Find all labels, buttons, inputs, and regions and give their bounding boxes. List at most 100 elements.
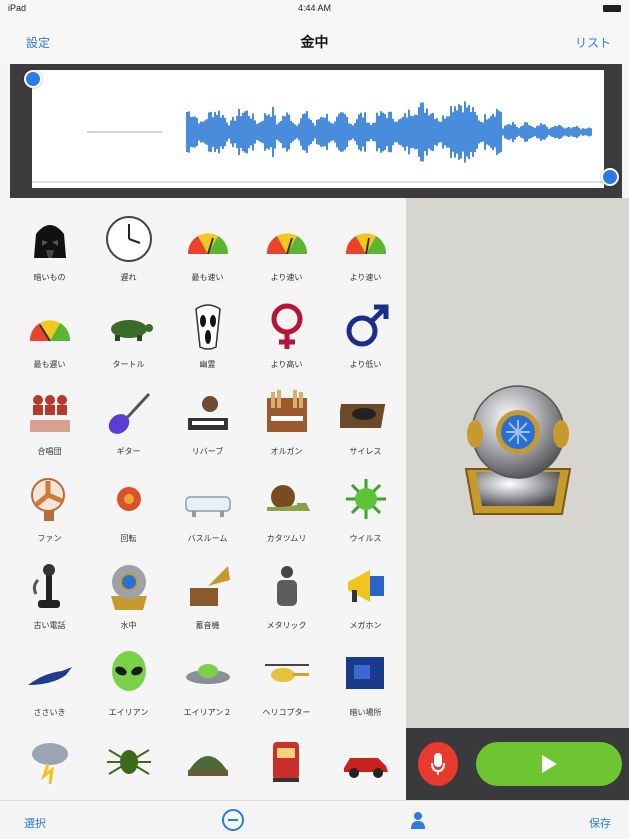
gramophone-icon [180, 560, 236, 614]
train-icon [259, 734, 315, 788]
choir-icon [22, 386, 78, 440]
effect-cell[interactable]: ギター [89, 386, 168, 473]
effect-cell[interactable]: メガホン [326, 560, 405, 647]
effect-cell[interactable]: 古い電話 [10, 560, 89, 647]
alien-head-icon [101, 647, 157, 701]
list-button[interactable]: リスト [575, 34, 611, 51]
effect-cell[interactable] [10, 734, 89, 800]
effect-cell[interactable]: より速い [247, 212, 326, 299]
control-bar [406, 728, 629, 800]
effect-cell[interactable]: 幽霊 [168, 299, 247, 386]
effect-label: 合唱団 [38, 446, 62, 457]
preview-panel [406, 198, 629, 728]
trim-end-handle[interactable] [601, 168, 619, 186]
effect-label: メガホン [350, 620, 382, 631]
effect-label: 蓄音機 [196, 620, 220, 631]
select-button[interactable]: 選択 [24, 815, 46, 831]
bird-icon [22, 647, 78, 701]
effect-label: より速い [271, 272, 303, 283]
effect-cell[interactable]: バスルーム [168, 473, 247, 560]
minus-circle-icon[interactable] [222, 809, 244, 831]
effect-cell[interactable]: サイレス [326, 386, 405, 473]
effect-cell[interactable]: 最も遅い [10, 299, 89, 386]
effect-cell[interactable] [326, 734, 405, 800]
effect-label: ヘリコプター [263, 707, 311, 718]
effect-cell[interactable] [168, 734, 247, 800]
effect-cell[interactable]: メタリック [247, 560, 326, 647]
effect-label: 遅れ [121, 272, 137, 283]
speedometer-icon [259, 212, 315, 266]
scream-mask-icon [180, 299, 236, 353]
effect-label: 最も速い [192, 272, 224, 283]
effect-cell[interactable]: より高い [247, 299, 326, 386]
virus-icon [338, 473, 394, 527]
effect-cell[interactable]: ヘリコプター [247, 647, 326, 734]
effect-label: より低い [350, 359, 382, 370]
effect-cell[interactable]: エイリアン２ [168, 647, 247, 734]
effect-cell[interactable]: オルガン [247, 386, 326, 473]
play-button[interactable] [476, 742, 622, 786]
effect-cell[interactable]: 合唱団 [10, 386, 89, 473]
effect-cell[interactable]: より低い [326, 299, 405, 386]
effect-cell[interactable]: ささいき [10, 647, 89, 734]
trim-start-handle[interactable] [24, 70, 42, 88]
effect-label: 最も遅い [34, 359, 66, 370]
effect-cell[interactable] [247, 734, 326, 800]
effect-label: リバーブ [192, 446, 224, 457]
effect-cell[interactable]: 回転 [89, 473, 168, 560]
effect-cell[interactable]: リバーブ [168, 386, 247, 473]
effect-label: エイリアン２ [184, 707, 232, 718]
turtle-icon [101, 299, 157, 353]
effect-cell[interactable]: エイリアン [89, 647, 168, 734]
effect-cell[interactable]: ウイルス [326, 473, 405, 560]
effect-cell[interactable]: より速い [326, 212, 405, 299]
effect-label: 水中 [121, 620, 137, 631]
speedometer-icon [180, 212, 236, 266]
effect-cell[interactable]: タートル [89, 299, 168, 386]
snail-icon [259, 473, 315, 527]
effect-cell[interactable]: ファン [10, 473, 89, 560]
waveform[interactable] [32, 70, 604, 188]
effect-label: タートル [113, 359, 145, 370]
status-bar: iPad 4:44 AM [0, 0, 629, 18]
robot-figure-icon [259, 560, 315, 614]
play-icon [540, 754, 558, 774]
effect-cell[interactable]: 暗い場所 [326, 647, 405, 734]
effect-cell[interactable]: 蓄音機 [168, 560, 247, 647]
diving-helmet-icon [458, 374, 578, 524]
effect-cell[interactable]: 最も速い [168, 212, 247, 299]
megaphone-icon [338, 560, 394, 614]
diving-helmet-icon [101, 560, 157, 614]
speedometer-icon [338, 212, 394, 266]
effect-label: より高い [271, 359, 303, 370]
effect-cell[interactable]: 遅れ [89, 212, 168, 299]
effect-cell[interactable]: 暗いもの [10, 212, 89, 299]
effect-cell[interactable] [89, 734, 168, 800]
effect-label: 回転 [121, 533, 137, 544]
guitar-icon [101, 386, 157, 440]
record-button[interactable] [418, 742, 458, 786]
effect-label: サイレス [350, 446, 382, 457]
person-icon[interactable] [410, 811, 426, 829]
effect-label: ギター [117, 446, 141, 457]
effects-grid: 暗いもの 遅れ 最も速い より速い より速い 最も遅い タートル 幽霊 より高い より低い 合唱団ギ… [10, 212, 406, 800]
effect-cell[interactable]: カタツムリ [247, 473, 326, 560]
clock-icon [101, 212, 157, 266]
tortoise-icon [180, 734, 236, 788]
effect-label: 暗い場所 [350, 707, 382, 718]
speedometer-icon [22, 299, 78, 353]
effect-cell[interactable]: 水中 [89, 560, 168, 647]
save-button[interactable]: 保存 [589, 815, 611, 831]
microphone-icon [430, 752, 446, 776]
bug-icon [101, 734, 157, 788]
effect-label: エイリアン [109, 707, 149, 718]
effect-label: メタリック [267, 620, 307, 631]
dark-room-icon [338, 647, 394, 701]
effect-label: オルガン [271, 446, 303, 457]
car-icon [338, 734, 394, 788]
male-symbol-icon [338, 299, 394, 353]
effect-label: ささいき [34, 707, 66, 718]
bathtub-icon [180, 473, 236, 527]
storm-cloud-icon [22, 734, 78, 788]
ufo-icon [180, 647, 236, 701]
